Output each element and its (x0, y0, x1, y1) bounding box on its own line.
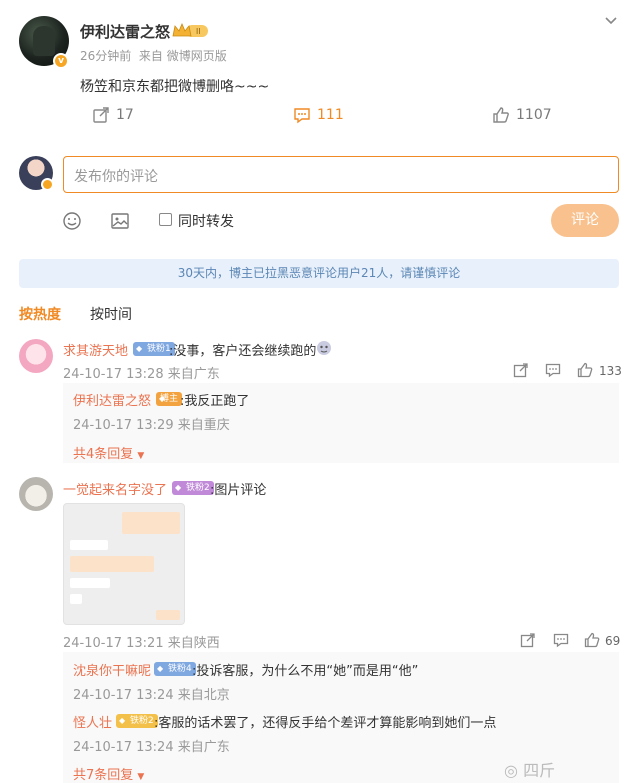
reply-text: :我反正跑了 (180, 394, 250, 409)
chat-bubble (70, 540, 108, 550)
comment-time: 24-10-17 13:21 来自陕西 (63, 636, 220, 651)
chat-bubble (70, 556, 154, 572)
like-button[interactable]: 1107 (492, 106, 552, 124)
vip-crown-icon: II (172, 22, 208, 37)
comment-count: 111 (317, 107, 344, 123)
more-replies-label: 共4条回复 (73, 447, 134, 462)
comment-button[interactable]: 111 (293, 106, 344, 124)
commenter-avatar[interactable] (19, 477, 53, 511)
reply-text: :投诉客服，为什么不用“她”而是用“他” (192, 664, 419, 679)
submit-comment-button[interactable]: 评论 (551, 204, 619, 237)
moderation-notice: 30天内，博主已拉黑恶意评论用户21人，请谨慎评论 (19, 259, 619, 288)
comment-input[interactable]: 发布你的评论 (63, 156, 619, 193)
watermark: ◎ 四斤 (504, 757, 555, 781)
post-meta: 26分钟前 来自 微博网页版 (80, 47, 227, 64)
author-badge: 博主 (156, 392, 183, 406)
thumbs-up-icon[interactable] (584, 632, 600, 648)
emoji-icon[interactable] (62, 211, 82, 231)
post-text: 杨笠和京东都把微博删咯~~~ (80, 79, 270, 95)
chat-bubble (156, 610, 180, 620)
like-count: 1107 (516, 107, 552, 123)
repost-checkbox-label: 同时转发 (178, 214, 234, 230)
comment-time: 24-10-17 13:28 来自广东 (63, 367, 220, 382)
tab-sort-hot[interactable]: 按热度 (19, 304, 61, 324)
fan-badge: 铁粉4 (154, 662, 196, 676)
author-name[interactable]: 伊利达雷之怒 (80, 21, 170, 42)
comment-icon (294, 108, 310, 124)
comment-icon[interactable] (545, 362, 561, 378)
repost-icon[interactable] (520, 632, 536, 648)
chat-bubble (70, 578, 110, 588)
reply-text: :客服的话术罢了，还得反手给个差评才算能影响到她们一点 (154, 716, 497, 731)
reply-time: 24-10-17 13:29 来自重庆 (73, 418, 230, 433)
emoji-sticker-icon (317, 341, 331, 355)
fan-badge: 铁粉2 (116, 714, 158, 728)
thumbs-up-icon[interactable] (577, 362, 593, 378)
comment-image[interactable] (63, 503, 185, 625)
more-replies-link[interactable]: 共7条回复 ▼ (73, 764, 144, 783)
post-time: 26分钟前 (80, 49, 132, 63)
more-replies-label: 共7条回复 (73, 768, 134, 783)
chat-bubble (122, 512, 180, 534)
repost-count: 17 (116, 107, 134, 123)
caret-down-icon: ▼ (137, 772, 145, 782)
tab-sort-time[interactable]: 按时间 (90, 304, 132, 324)
image-icon[interactable] (110, 211, 130, 231)
reply-time: 24-10-17 13:24 来自广东 (73, 740, 230, 755)
chat-bubble (70, 594, 82, 604)
reply-author-name[interactable]: 伊利达雷之怒 (73, 390, 151, 409)
commenter-name[interactable]: 一觉起来名字没了 (63, 479, 167, 498)
caret-down-icon: ▼ (137, 451, 145, 461)
more-replies-link[interactable]: 共4条回复 ▼ (73, 443, 144, 462)
weibo-logo-icon: ◎ (504, 761, 518, 780)
chevron-down-icon[interactable] (604, 14, 618, 28)
verified-badge: v (53, 53, 69, 69)
reply-author-name[interactable]: 沈泉你干嘛呢 (73, 660, 151, 679)
comment-text: :没事，客户还会继续跑的 (169, 344, 317, 359)
commenter-avatar[interactable] (19, 339, 53, 373)
repost-button[interactable]: 17 (92, 106, 134, 124)
thumbs-up-icon (493, 107, 509, 123)
reply-author-name[interactable]: 怪人壮 (73, 712, 112, 731)
repost-icon (93, 107, 109, 123)
comment-like-count: 69 (605, 634, 621, 648)
repost-checkbox[interactable] (159, 213, 172, 226)
comment-icon[interactable] (553, 632, 569, 648)
svg-text:II: II (196, 27, 200, 36)
comment-like-count: 133 (599, 364, 622, 378)
post-source: 来自 微博网页版 (138, 49, 227, 63)
watermark-text: 四斤 (523, 761, 556, 780)
repost-icon[interactable] (513, 362, 529, 378)
commenter-name[interactable]: 求其游天地 (63, 340, 128, 359)
my-verified-badge (41, 178, 54, 191)
fan-badge: 铁粉2 (172, 481, 214, 495)
comment-text: :图片评论 (210, 483, 267, 498)
author-badge-label: 博主 (160, 394, 179, 404)
reply-time: 24-10-17 13:24 来自北京 (73, 688, 230, 703)
